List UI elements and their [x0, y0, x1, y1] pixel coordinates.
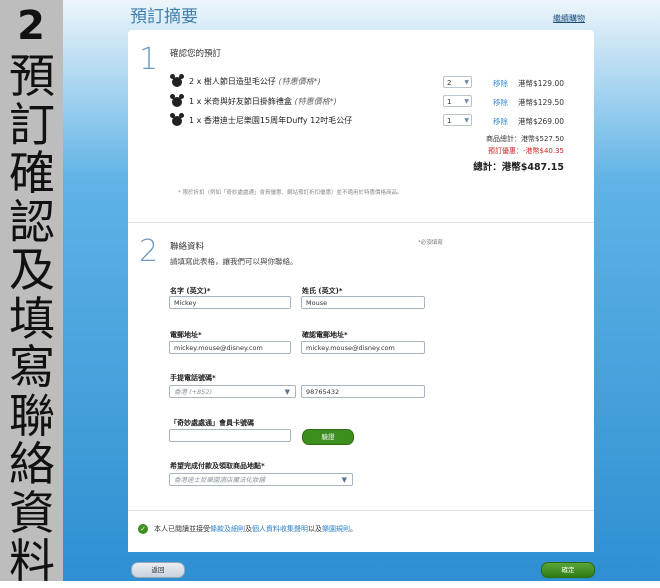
pickup-location-select[interactable]: 香港迪士尼樂園酒店魔法化妝舖 ▼ [169, 473, 353, 486]
phone-country-select[interactable]: 香港 (+852) ▼ [169, 385, 296, 398]
step-char: 認 [9, 194, 55, 249]
park-rules-link[interactable]: 樂園規則 [322, 525, 350, 533]
phone-label: 手提電話號碼* [170, 374, 216, 382]
quantity-value: 1 [447, 98, 452, 106]
product-name: 1 x 米奇與好友節日掛飾禮盒 (特惠價格*) [189, 96, 337, 107]
confirm-email-label: 確認電郵地址* [302, 331, 348, 339]
email-field[interactable]: mickey.mouse@disney.com [169, 341, 291, 354]
step-annotation-band: 2 預 訂 確 認 及 填 寫 聯 絡 資 料 [0, 0, 63, 585]
back-button[interactable]: 返回 [131, 562, 185, 578]
product-name-text: 1 x 香港迪士尼樂園15周年Duffy 12吋毛公仔 [189, 116, 353, 125]
chevron-down-icon: ▼ [464, 79, 469, 86]
required-note: *必須填寫 [418, 240, 443, 246]
chevron-down-icon: ▼ [341, 476, 347, 484]
product-name: 1 x 香港迪士尼樂園15周年Duffy 12吋毛公仔 [189, 115, 352, 126]
price-footnote: * 限於折扣（例如「奇妙處處通」會員優惠、網站預訂折扣優惠）並不適用於特惠價格商… [178, 190, 403, 196]
terms-link[interactable]: 條款及細則 [210, 525, 245, 533]
first-name-field[interactable]: Mickey [169, 296, 291, 309]
consent-text: 及 [245, 525, 252, 533]
pickup-location-label: 希望完成付款及領取商品地點* [170, 462, 265, 470]
step-char: 料 [9, 534, 55, 588]
privacy-link[interactable]: 個人資料收集聲明 [252, 525, 308, 533]
confirm-button[interactable]: 確定 [541, 562, 595, 578]
mickey-icon [170, 74, 184, 87]
last-name-label: 姓氏 (英文)* [302, 287, 343, 295]
product-price: 港幣$129.50 [517, 98, 564, 107]
quantity-value: 2 [447, 79, 452, 87]
product-note: (特惠價格*) [278, 77, 321, 86]
product-row: 1 x 香港迪士尼樂園15周年Duffy 12吋毛公仔 [170, 113, 572, 128]
product-price: 港幣$269.00 [517, 117, 564, 126]
verify-button[interactable]: 驗證 [302, 429, 354, 445]
quantity-value: 1 [447, 117, 452, 125]
phone-country-value: 香港 (+852) [174, 388, 212, 396]
last-name-field[interactable]: Mouse [301, 296, 425, 309]
section-2-number: 2 [139, 234, 159, 269]
mickey-icon [170, 113, 184, 126]
member-card-label: 「奇妙處處通」會員卡號碼 [170, 419, 254, 427]
section-2-title: 聯絡資料 [170, 242, 205, 252]
mickey-icon [170, 94, 184, 107]
product-row: 2 x 樹人節日造型毛公仔 (特惠價格*) [170, 74, 572, 89]
remove-link[interactable]: 移除 [493, 116, 508, 127]
product-name-text: 2 x 樹人節日造型毛公仔 [189, 77, 276, 86]
quantity-select[interactable]: 1 ▼ [443, 114, 472, 126]
order-total: 總計：港幣$487.15 [473, 162, 564, 173]
quantity-select[interactable]: 1 ▼ [443, 95, 472, 107]
chevron-down-icon: ▼ [284, 388, 290, 396]
email-label: 電郵地址* [170, 331, 202, 339]
remove-link[interactable]: 移除 [493, 78, 508, 89]
chevron-down-icon: ▼ [464, 117, 469, 124]
step-char: 確 [9, 146, 55, 200]
product-name-text: 1 x 米奇與好友節日掛飾禮盒 [189, 97, 292, 106]
quantity-select[interactable]: 2 ▼ [443, 76, 472, 88]
chevron-down-icon: ▼ [464, 98, 469, 105]
step-number: 2 [17, 3, 45, 49]
consent-text: 本人已閱讀並接受 [154, 525, 210, 533]
phone-number-field[interactable]: 98765432 [301, 385, 425, 398]
checkmark-icon[interactable]: ✓ [138, 524, 148, 534]
confirm-email-field[interactable]: mickey.mouse@disney.com [301, 341, 425, 354]
step-char: 及 [9, 243, 55, 297]
step-char: 填 [9, 291, 55, 346]
member-card-field[interactable] [169, 429, 291, 442]
consent-text: 。 [350, 525, 357, 533]
first-name-label: 名字 (英文)* [170, 287, 211, 295]
pickup-location-value: 香港迪士尼樂園酒店魔法化妝舖 [174, 476, 265, 484]
step-char: 聯 [9, 388, 55, 443]
section-1-title: 確認您的預訂 [170, 49, 222, 59]
step-char: 寫 [9, 340, 55, 394]
step-char: 預 [9, 49, 55, 103]
contact-subtext: 請填寫此表格，讓我們可以與你聯絡。 [170, 257, 298, 266]
continue-shopping-link[interactable]: 繼續購物 [553, 13, 585, 24]
step-char: 絡 [9, 437, 55, 491]
step-caption: 預 訂 確 認 及 填 寫 聯 絡 資 料 [4, 52, 60, 586]
subtotal: 商品總計：港幣$527.50 [486, 135, 564, 143]
page-title: 預訂摘要 [130, 7, 198, 27]
section-divider [128, 510, 594, 511]
product-row: 1 x 米奇與好友節日掛飾禮盒 (特惠價格*) [170, 94, 572, 109]
discount: 預訂優惠：-港幣$40.35 [487, 147, 564, 155]
consent-row[interactable]: ✓ 本人已閱讀並接受條款及細則及個人資料收集聲明以及樂園規則。 [138, 524, 357, 534]
product-note: (特惠價格*) [294, 97, 337, 106]
step-char: 訂 [9, 97, 55, 152]
step-char: 資 [9, 485, 55, 540]
section-1-number: 1 [139, 42, 159, 77]
remove-link[interactable]: 移除 [493, 97, 508, 108]
consent-text: 以及 [308, 525, 322, 533]
product-price: 港幣$129.00 [517, 79, 564, 88]
product-name: 2 x 樹人節日造型毛公仔 (特惠價格*) [189, 76, 321, 87]
section-divider [128, 222, 594, 223]
